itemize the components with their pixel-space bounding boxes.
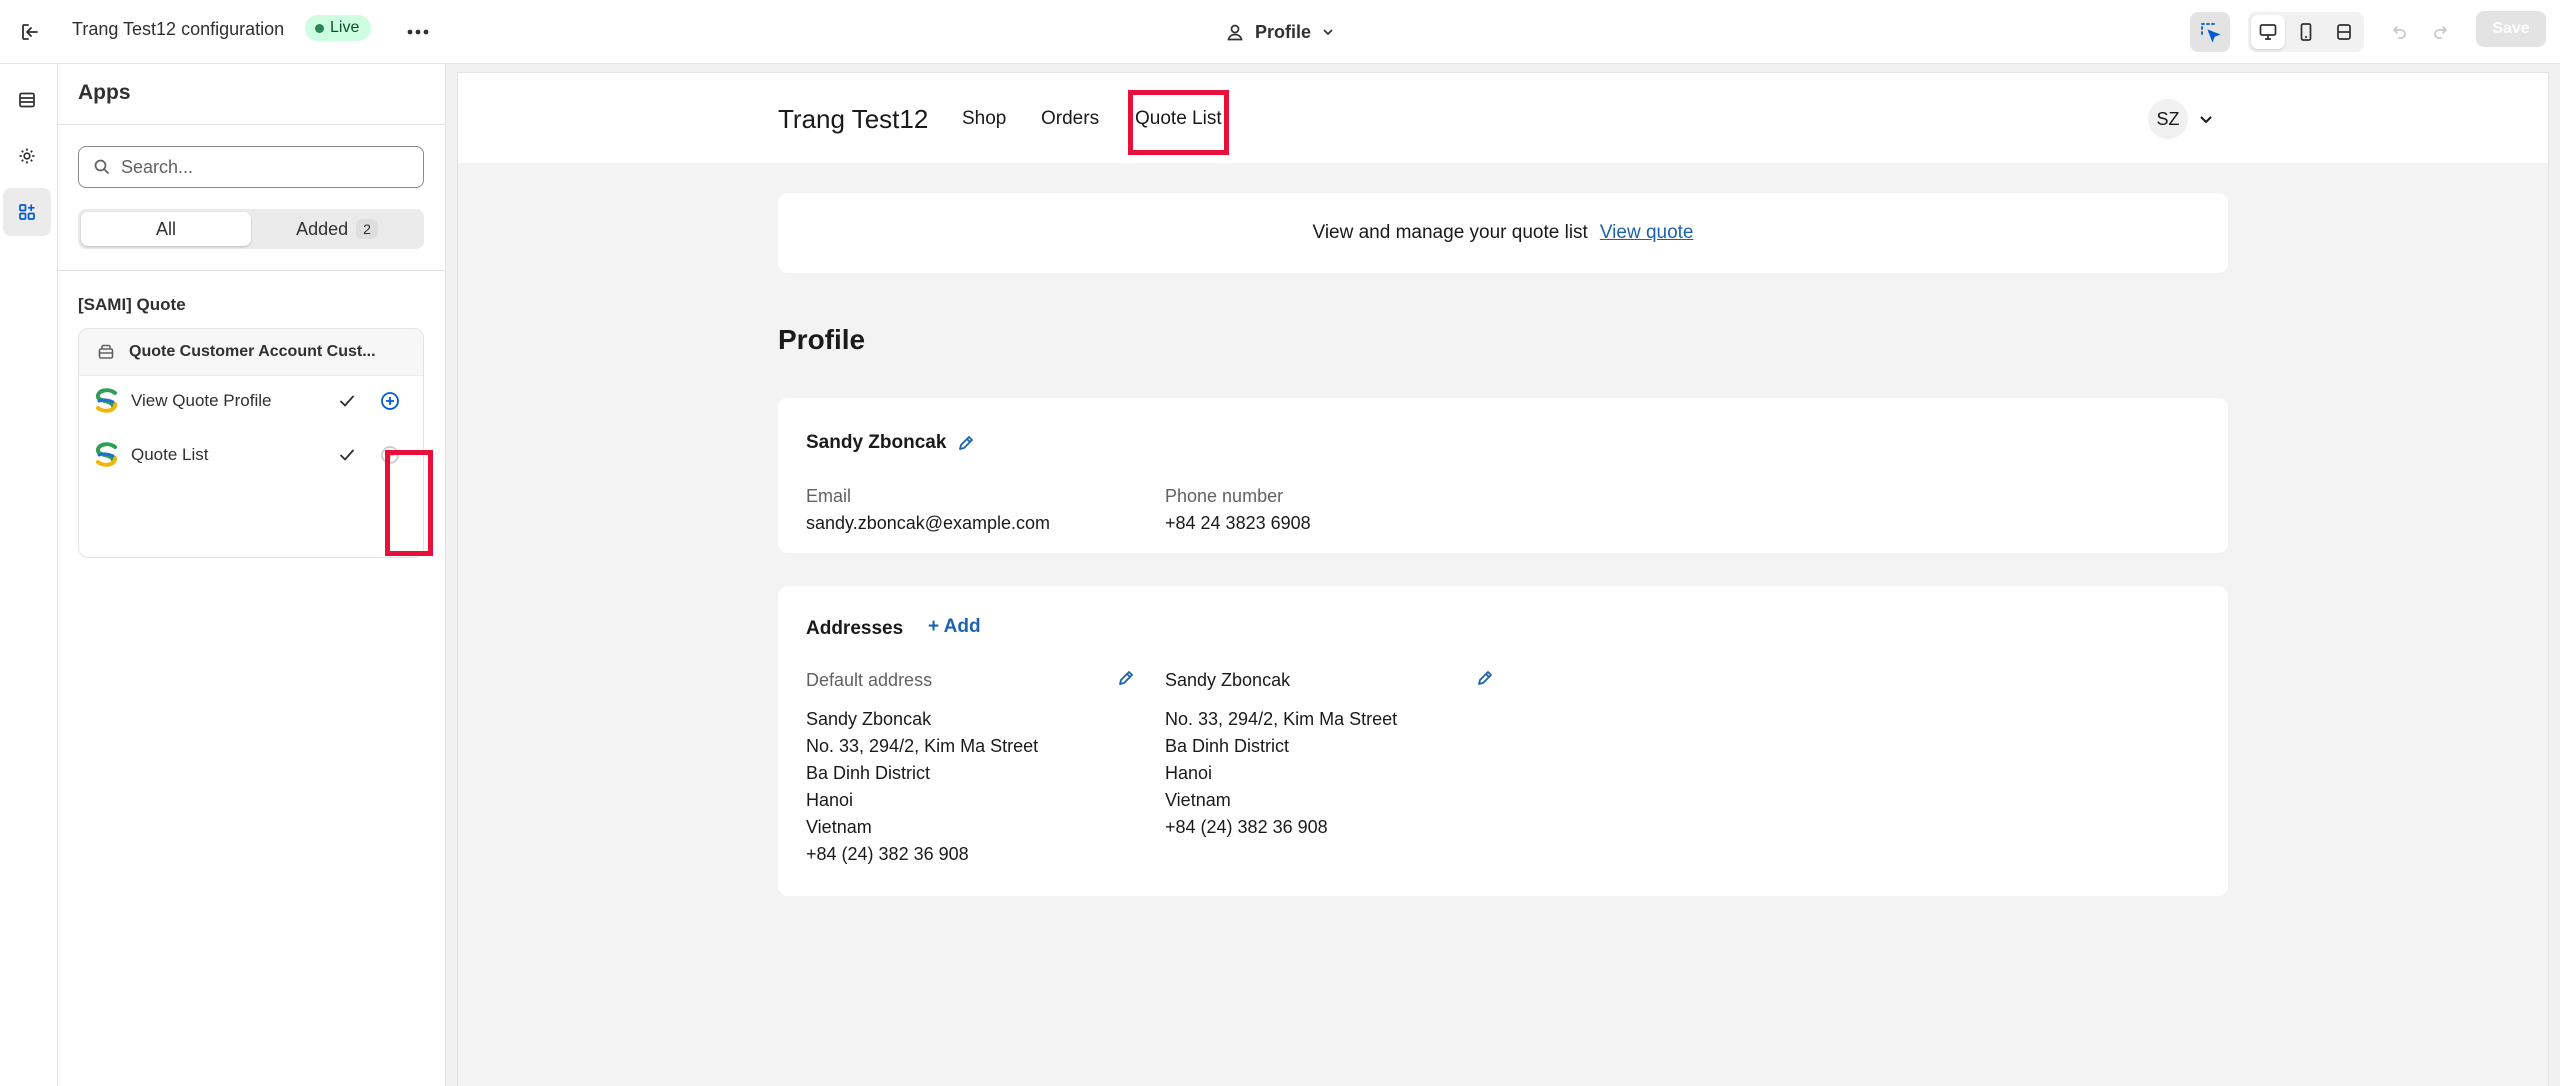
chevron-down-icon[interactable] xyxy=(2196,109,2216,129)
second-address-label: Sandy Zboncak xyxy=(1165,670,1291,690)
customer-name: Sandy Zboncak xyxy=(806,432,947,453)
block-label-quote-list: Quote List xyxy=(131,445,209,464)
app-card-header: Quote Customer Account Cust... xyxy=(79,329,423,376)
avatar-initials: SZ xyxy=(2156,108,2180,129)
tab-all-label: All xyxy=(155,218,176,239)
select-cursor-icon xyxy=(2201,23,2221,43)
view-quote-link[interactable]: View quote xyxy=(1600,222,1694,244)
app-name: Quote Customer Account Cust... xyxy=(129,343,376,360)
phone-label: Phone number xyxy=(1165,486,1284,506)
app-group-title: [SAMI] Quote xyxy=(78,295,186,314)
undo-icon xyxy=(2392,26,2406,39)
profile-card: Sandy Zboncak Email sandy.zboncak@exampl… xyxy=(778,398,2228,553)
nav-link-shop[interactable]: Shop xyxy=(962,108,1006,130)
app-block-row[interactable]: View Quote Profile xyxy=(79,377,423,425)
fullscreen-icon xyxy=(2337,24,2351,40)
sections-nav-button[interactable] xyxy=(3,76,51,124)
tab-all[interactable]: All xyxy=(81,212,251,246)
storefront-preview: Trang Test12 Shop Orders Quote List SZ V… xyxy=(457,72,2549,1086)
theme-settings-button[interactable] xyxy=(3,132,51,180)
viewport-switcher xyxy=(2248,12,2364,52)
app-block-row[interactable]: Quote List xyxy=(79,431,423,479)
panel-divider xyxy=(58,124,446,125)
add-block-icon[interactable] xyxy=(378,389,402,413)
second-address-line: No. 33, 294/2, Kim Ma Street xyxy=(1165,709,1398,729)
page-title: Profile xyxy=(778,324,866,355)
email-value: sandy.zboncak@example.com xyxy=(806,513,1051,533)
apps-nav-button[interactable] xyxy=(3,188,51,236)
ellipsis-icon xyxy=(407,29,429,35)
default-address-line: Hanoi xyxy=(806,790,854,810)
chevron-down-icon xyxy=(1323,29,1333,36)
apps-icon xyxy=(19,204,35,220)
person-icon xyxy=(1227,24,1243,41)
tab-added-label: Added xyxy=(296,218,349,239)
top-bar: Trang Test12 configuration Live Profile … xyxy=(0,0,2560,64)
block-label-view-quote-profile: View Quote Profile xyxy=(131,391,272,410)
default-address-line: No. 33, 294/2, Kim Ma Street xyxy=(806,736,1039,756)
store-title: Trang Test12 configuration xyxy=(72,19,285,39)
added-count-badge: 2 xyxy=(356,219,378,239)
filter-tabs: All Added 2 xyxy=(78,209,424,249)
search-icon xyxy=(94,159,110,175)
edit-pencil-icon[interactable] xyxy=(1116,668,1136,688)
default-address-line: Ba Dinh District xyxy=(806,763,931,783)
exit-icon[interactable] xyxy=(12,14,48,50)
email-label: Email xyxy=(806,486,852,506)
panel-divider xyxy=(58,270,446,271)
apps-panel: Apps All Added 2 [SAMI] Quote Quote Cust… xyxy=(58,64,446,1086)
second-address-line: +84 (24) 382 36 908 xyxy=(1165,817,1328,837)
mobile-view-button[interactable] xyxy=(2289,15,2323,49)
edit-pencil-icon[interactable] xyxy=(956,433,976,453)
nav-link-orders[interactable]: Orders xyxy=(1041,108,1099,130)
default-address-line: Sandy Zboncak xyxy=(806,709,932,729)
check-icon xyxy=(335,389,359,413)
phone-value: +84 24 3823 6908 xyxy=(1165,513,1311,533)
mobile-icon xyxy=(2300,23,2312,41)
highlight-annotation-checks xyxy=(385,450,433,556)
check-icon xyxy=(335,443,359,467)
redo-icon xyxy=(2434,26,2448,39)
live-status-label: Live xyxy=(330,19,360,36)
tab-added[interactable]: Added 2 xyxy=(253,212,421,246)
quote-app-logo-icon xyxy=(96,442,117,467)
app-card: Quote Customer Account Cust... View Quot… xyxy=(78,328,424,558)
shop-name[interactable]: Trang Test12 xyxy=(778,104,928,135)
live-dot-icon xyxy=(315,23,324,33)
full-width-view-button[interactable] xyxy=(2327,15,2361,49)
redo-button[interactable] xyxy=(2422,14,2458,50)
quote-banner-text: View and manage your quote list xyxy=(1312,222,1588,243)
default-address-line: Vietnam xyxy=(806,817,872,837)
quote-app-logo-icon xyxy=(96,388,117,413)
inspector-toggle-button[interactable] xyxy=(2190,12,2230,52)
second-address-line: Ba Dinh District xyxy=(1165,736,1290,756)
edit-pencil-icon[interactable] xyxy=(1475,668,1495,688)
page-selector-label: Profile xyxy=(1255,21,1312,42)
save-button[interactable]: Save xyxy=(2476,11,2546,47)
add-address-link[interactable]: + Add xyxy=(928,616,981,638)
default-address-line: +84 (24) 382 36 908 xyxy=(806,844,969,864)
undo-button[interactable] xyxy=(2382,14,2418,50)
page-selector[interactable]: Profile xyxy=(1225,14,1335,50)
more-actions-button[interactable] xyxy=(400,14,436,50)
live-status-badge: Live xyxy=(305,15,372,41)
sections-icon xyxy=(19,92,35,108)
left-rail xyxy=(0,64,58,1086)
highlight-annotation-quote-list xyxy=(1128,90,1229,155)
second-address-line: Vietnam xyxy=(1165,790,1231,810)
addresses-title: Addresses xyxy=(806,618,904,639)
panel-title: Apps xyxy=(78,81,131,104)
site-header: Trang Test12 Shop Orders Quote List SZ xyxy=(458,73,2548,163)
second-address-line: Hanoi xyxy=(1165,763,1213,783)
search-field[interactable] xyxy=(78,146,424,188)
default-address-label: Default address xyxy=(806,670,933,690)
addresses-card: Addresses + Add Default address Sandy Zb… xyxy=(778,586,2228,896)
avatar[interactable]: SZ xyxy=(2148,99,2188,139)
quote-banner: View and manage your quote list View quo… xyxy=(778,193,2228,273)
search-input[interactable] xyxy=(121,156,401,178)
desktop-view-button[interactable] xyxy=(2251,15,2285,49)
app-block-icon xyxy=(98,344,114,359)
desktop-icon xyxy=(2259,24,2277,40)
gear-icon xyxy=(19,148,35,164)
